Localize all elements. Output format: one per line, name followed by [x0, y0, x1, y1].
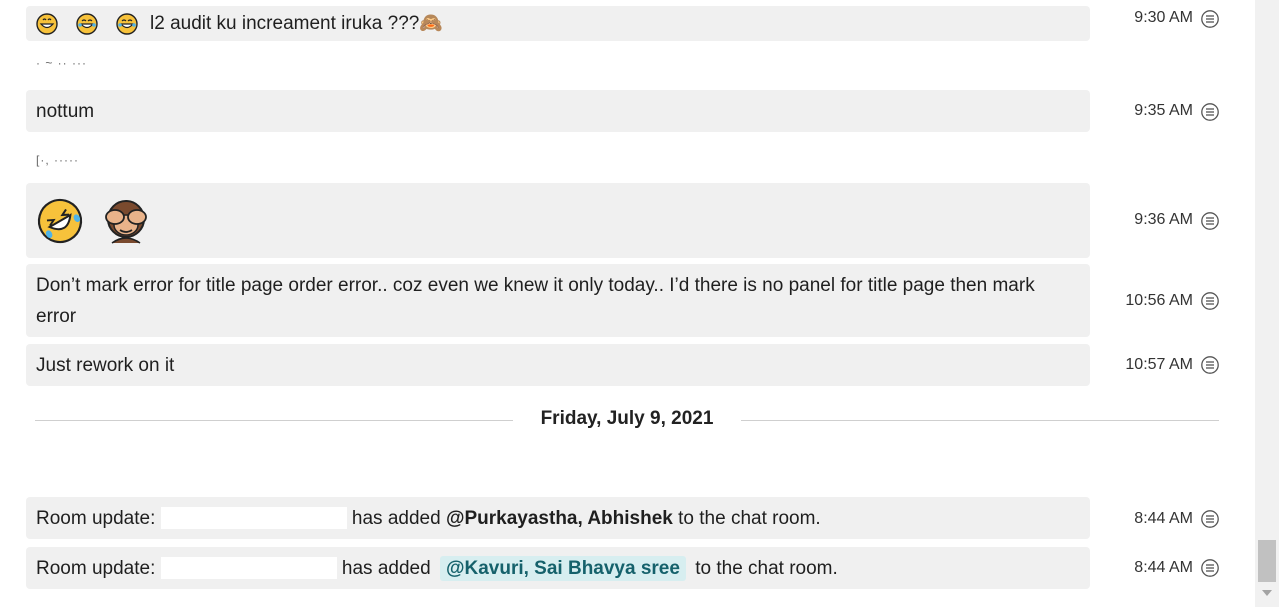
date-divider: Friday, July 9, 2021 — [35, 405, 1219, 435]
message-options-icon[interactable] — [1201, 510, 1219, 528]
grinning-face-icon — [36, 12, 58, 35]
message-text: Just rework on it — [36, 354, 175, 376]
room-update-action: has added — [341, 557, 431, 579]
message-time: 9:35 AM — [1134, 102, 1193, 119]
room-update-action: has added — [351, 507, 441, 529]
date-label: Friday, July 9, 2021 — [540, 408, 714, 429]
message-text: l2 audit ku increament iruka ???🙈 — [150, 13, 443, 34]
redacted-name — [160, 557, 337, 580]
scroll-down-arrow-icon[interactable] — [1262, 590, 1272, 596]
message-options-icon[interactable] — [1201, 559, 1219, 577]
room-update-prefix: Room update: — [36, 507, 156, 529]
room-update-content: Room update: has added @Purkayastha, Abh… — [36, 503, 821, 534]
tears-of-joy-icon — [76, 12, 98, 35]
tears-of-joy-icon — [116, 12, 138, 35]
mention-link[interactable]: @Purkayastha, Abhishek — [446, 508, 673, 529]
message-bubble[interactable]: Just rework on it — [26, 344, 1090, 386]
message-bubble[interactable]: l2 audit ku increament iruka ???🙈 — [26, 6, 1090, 41]
message-time: 9:36 AM — [1134, 211, 1193, 228]
sender-name: [·, ····· — [36, 153, 79, 167]
message-time: 9:30 AM — [1134, 9, 1193, 26]
scrollbar-thumb[interactable] — [1258, 540, 1276, 582]
message-time: 8:44 AM — [1134, 510, 1193, 527]
sender-name: · ~ ·· ··· — [36, 56, 87, 70]
message-time: 10:56 AM — [1125, 292, 1193, 309]
message-options-icon[interactable] — [1201, 212, 1219, 230]
message-time: 10:57 AM — [1125, 356, 1193, 373]
message-bubble[interactable]: Don’t mark error for title page order er… — [26, 264, 1090, 337]
message-bubble[interactable]: nottum — [26, 90, 1090, 132]
message-text: Don’t mark error for title page order er… — [36, 274, 1035, 327]
message-options-icon[interactable] — [1201, 356, 1219, 374]
message-content: l2 audit ku increament iruka ???🙈 — [36, 8, 443, 39]
chat-history: l2 audit ku increament iruka ???🙈 9:30 A… — [0, 0, 1255, 607]
room-update-bubble[interactable]: Room update: has added @Kavuri, Sai Bhav… — [26, 547, 1090, 589]
rolling-laughing-icon — [37, 198, 83, 243]
message-options-icon[interactable] — [1201, 103, 1219, 121]
room-update-suffix: to the chat room. — [695, 557, 838, 579]
vertical-scrollbar[interactable] — [1255, 0, 1279, 607]
room-update-bubble[interactable]: Room update: has added @Purkayastha, Abh… — [26, 497, 1090, 539]
room-update-suffix: to the chat room. — [678, 507, 821, 529]
room-update-prefix: Room update: — [36, 557, 156, 579]
message-options-icon[interactable] — [1201, 10, 1219, 28]
mention-link[interactable]: @Kavuri, Sai Bhavya sree — [439, 555, 686, 581]
message-text: nottum — [36, 100, 95, 122]
redacted-name — [160, 507, 347, 530]
room-update-content: Room update: has added @Kavuri, Sai Bhav… — [36, 553, 838, 584]
message-time: 8:44 AM — [1134, 559, 1193, 576]
see-no-evil-monkey-icon — [105, 199, 147, 244]
message-options-icon[interactable] — [1201, 292, 1219, 310]
message-bubble[interactable] — [26, 183, 1090, 258]
